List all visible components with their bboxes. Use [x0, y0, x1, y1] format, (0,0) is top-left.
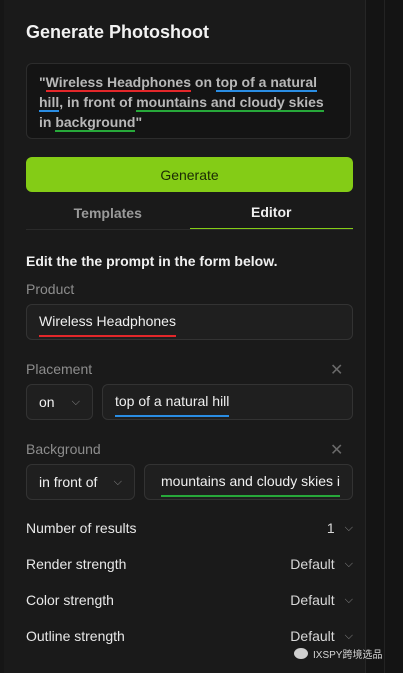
prompt-product: Wireless Headphones	[45, 74, 192, 92]
background-preposition-select[interactable]: in front of ⌵	[26, 464, 135, 500]
prompt-background: mountains and cloudy skies	[136, 94, 324, 112]
settings-row-color-strength[interactable]: Color strength Default ⌵	[26, 589, 353, 611]
setting-value: Default	[290, 556, 335, 572]
chevron-down-icon: ⌵	[344, 593, 353, 606]
setting-value: Default	[290, 628, 335, 644]
background-input[interactable]: mountains and cloudy skies i	[144, 464, 353, 500]
placement-preposition-value: on	[39, 394, 55, 410]
prompt-in: in	[39, 114, 52, 130]
generate-button[interactable]: Generate	[26, 157, 353, 192]
product-label: Product	[26, 281, 75, 297]
tab-divider	[26, 229, 353, 230]
setting-label: Outline strength	[26, 628, 125, 644]
chevron-down-icon: ⌵	[113, 475, 122, 488]
sidebar-divider	[384, 0, 385, 673]
right-sidebar	[366, 0, 403, 673]
placement-close-icon[interactable]: ✕	[330, 360, 343, 380]
settings-row-render-strength[interactable]: Render strength Default ⌵	[26, 553, 353, 575]
photoshoot-panel: Generate Photoshoot "Wireless Headphones…	[4, 0, 366, 673]
placement-value: top of a natural hill	[115, 393, 230, 417]
background-value: mountains and cloudy skies i	[161, 473, 340, 497]
quote-close: "	[135, 114, 143, 130]
tab-templates[interactable]: Templates	[26, 196, 190, 230]
prompt-comma: ,	[59, 94, 64, 110]
setting-label: Render strength	[26, 556, 127, 572]
chevron-down-icon: ⌵	[71, 395, 80, 408]
product-value: Wireless Headphones	[39, 313, 176, 337]
chevron-down-icon: ⌵	[344, 521, 353, 534]
tab-bar: Templates Editor	[26, 196, 353, 230]
tab-editor[interactable]: Editor	[189, 196, 353, 230]
setting-label: Number of results	[26, 520, 137, 536]
placement-label: Placement	[26, 361, 93, 377]
setting-value: Default	[290, 592, 335, 608]
prompt-on: on	[194, 74, 213, 90]
background-preposition-value: in front of	[39, 474, 98, 490]
setting-label: Color strength	[26, 592, 114, 608]
chevron-down-icon: ⌵	[344, 557, 353, 570]
quote-open: "	[39, 74, 46, 90]
placement-input[interactable]: top of a natural hill	[102, 384, 353, 420]
editor-instruction: Edit the the prompt in the form below.	[26, 253, 278, 269]
settings-row-number-of-results[interactable]: Number of results 1 ⌵	[26, 517, 353, 539]
panel-title: Generate Photoshoot	[26, 22, 210, 42]
watermark: IXSPY跨境选品	[294, 646, 382, 661]
wechat-icon	[294, 648, 308, 659]
prompt-background-word: background	[55, 114, 136, 132]
settings-row-outline-strength[interactable]: Outline strength Default ⌵	[26, 625, 353, 647]
prompt-in-front-of: in front of	[67, 94, 133, 110]
chevron-down-icon: ⌵	[344, 629, 353, 642]
background-close-icon[interactable]: ✕	[330, 440, 343, 460]
watermark-text: IXSPY跨境选品	[313, 650, 383, 661]
product-input[interactable]: Wireless Headphones	[26, 304, 353, 340]
setting-value: 1	[326, 520, 335, 536]
background-label: Background	[26, 441, 101, 457]
prompt-preview: "Wireless Headphones on top of a natural…	[26, 63, 351, 139]
placement-preposition-select[interactable]: on ⌵	[26, 384, 93, 420]
